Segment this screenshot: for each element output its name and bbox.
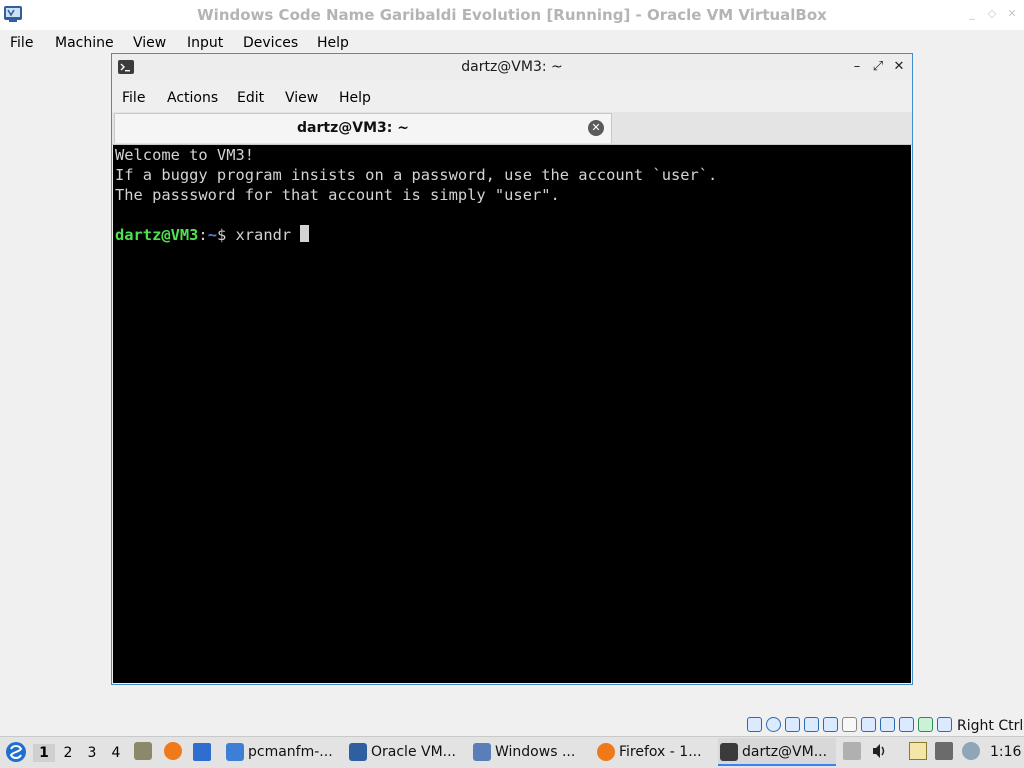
close-icon[interactable]: ✕ — [892, 60, 906, 74]
minimize-icon[interactable]: _ — [966, 8, 978, 20]
task-label: Windows ... — [495, 744, 576, 760]
maximize-icon[interactable]: ⤢ — [871, 60, 885, 74]
terminal-line: Welcome to VM3! — [115, 146, 254, 164]
task-windows-vm[interactable]: Windows ... — [471, 738, 591, 766]
shared-folders-icon[interactable] — [842, 717, 857, 732]
clock[interactable]: 1:16 — [990, 738, 1021, 766]
terminal-prompt-line: dartz@VM3:~$ xrandr — [115, 225, 310, 245]
prompt-path: ~ — [207, 226, 217, 244]
terminal-window-title: dartz@VM3: ~ — [461, 59, 563, 75]
vbox-menu-machine[interactable]: Machine — [55, 34, 114, 52]
terminal-window: dartz@VM3: ~ – ⤢ ✕ File Actions Edit Vie… — [111, 53, 913, 685]
maximize-icon[interactable]: ◇ — [986, 8, 998, 20]
mouse-integration-icon[interactable] — [918, 717, 933, 732]
start-menu-icon[interactable] — [4, 740, 28, 764]
terminal-line: The passsword for that account is simply… — [115, 186, 560, 204]
clipboard-icon[interactable] — [909, 742, 927, 760]
prompt-separator: : — [198, 226, 208, 244]
terminal-tab-label: dartz@VM3: ~ — [297, 120, 409, 136]
network-tray-icon[interactable] — [935, 742, 953, 760]
audio-icon[interactable] — [785, 717, 800, 732]
terminal-output[interactable]: Welcome to VM3! If a buggy program insis… — [113, 145, 911, 683]
terminal-line: If a buggy program insists on a password… — [115, 166, 718, 184]
task-label: dartz@VM... — [742, 744, 828, 760]
updates-icon[interactable] — [962, 742, 980, 760]
tab-close-icon[interactable]: ✕ — [588, 120, 604, 136]
task-label: Oracle VM... — [371, 744, 457, 760]
prompt-user: dartz@VM3 — [115, 226, 199, 244]
task-terminal[interactable]: dartz@VM... — [718, 738, 836, 766]
vbox-menu-help[interactable]: Help — [317, 34, 349, 52]
task-pcmanfm[interactable]: pcmanfm-... — [224, 738, 344, 766]
display-icon[interactable] — [861, 717, 876, 732]
terminal-menu-help[interactable]: Help — [339, 88, 371, 108]
firefox-icon — [597, 743, 615, 761]
vbox-menu-view[interactable]: View — [133, 34, 166, 52]
task-oracle-vm[interactable]: Oracle VM... — [347, 738, 467, 766]
terminal-menu-actions[interactable]: Actions — [167, 88, 218, 108]
terminal-menu-file[interactable]: File — [122, 88, 145, 108]
vbox-menu-input[interactable]: Input — [187, 34, 223, 52]
task-label: Firefox - 1... — [619, 744, 702, 760]
prompt-symbol: $ — [216, 226, 236, 244]
minimize-icon[interactable]: – — [850, 60, 864, 74]
task-label: pcmanfm-... — [248, 744, 333, 760]
workspace-4[interactable]: 4 — [105, 744, 127, 762]
firefox-launcher-icon[interactable] — [164, 742, 182, 760]
terminal-icon — [720, 743, 738, 761]
vbox-menu-devices[interactable]: Devices — [243, 34, 298, 52]
workspace-2[interactable]: 2 — [57, 744, 79, 762]
virtualbox-icon — [349, 743, 367, 761]
eject-icon[interactable] — [843, 742, 861, 760]
volume-icon[interactable] — [871, 742, 889, 760]
workspace-1[interactable]: 1 — [33, 744, 55, 762]
terminal-menu-view[interactable]: View — [285, 88, 318, 108]
text-cursor — [300, 225, 310, 242]
terminal-menubar — [112, 84, 912, 112]
task-firefox[interactable]: Firefox - 1... — [595, 738, 715, 766]
terminal-menu-edit[interactable]: Edit — [237, 88, 264, 108]
usb-icon[interactable] — [823, 717, 838, 732]
keyboard-capture-icon[interactable] — [937, 717, 952, 732]
vbox-window-title: Windows Code Name Garibaldi Evolution [R… — [197, 6, 827, 24]
folder-icon — [226, 743, 244, 761]
hard-disk-icon[interactable] — [747, 717, 762, 732]
cpu-icon[interactable] — [899, 717, 914, 732]
close-icon[interactable]: ✕ — [1006, 8, 1018, 20]
vbox-menu-file[interactable]: File — [10, 34, 33, 52]
file-manager-launcher-icon[interactable] — [134, 742, 152, 760]
host-key-label: Right Ctrl — [957, 718, 1024, 734]
workspace-3[interactable]: 3 — [81, 744, 103, 762]
optical-drive-icon[interactable] — [766, 717, 781, 732]
desktop-launcher-icon[interactable] — [193, 743, 211, 761]
command-input[interactable]: xrandr — [236, 226, 301, 244]
network-icon[interactable] — [804, 717, 819, 732]
virtualbox-vm-icon — [473, 743, 491, 761]
recording-icon[interactable] — [880, 717, 895, 732]
